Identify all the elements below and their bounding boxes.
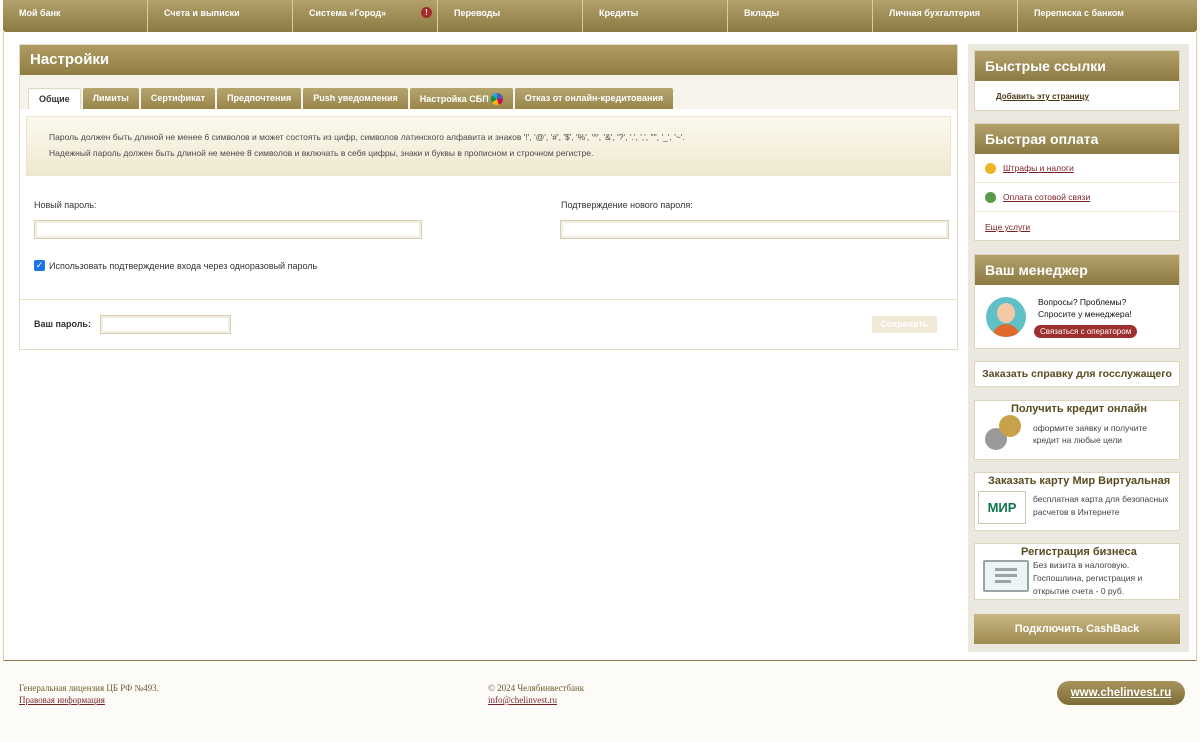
tab-limits[interactable]: Лимиты xyxy=(82,88,139,109)
business-line: Без визита в налоговую. xyxy=(1033,560,1130,570)
quick-pay-title: Быстрая оплата xyxy=(975,124,1179,154)
site-link-button[interactable]: www.chelinvest.ru xyxy=(1057,681,1185,705)
new-password-label: Новый пароль: xyxy=(34,200,97,210)
tab-preferences[interactable]: Предпочтения xyxy=(217,88,302,109)
nav-messages[interactable]: Переписка с банком xyxy=(1018,0,1197,32)
coin-icon xyxy=(985,163,996,174)
notice-line: Пароль должен быть длиной не менее 6 сим… xyxy=(49,132,685,142)
nav-accounting[interactable]: Личная бухгалтерия xyxy=(873,0,1018,32)
monitor-icon xyxy=(983,560,1029,592)
more-services-link[interactable]: Еще услуги xyxy=(985,222,1030,232)
nav-my-bank[interactable]: Мой банк xyxy=(3,0,148,32)
divider xyxy=(20,299,957,300)
quick-pay-item[interactable]: Оплата сотовой связи xyxy=(975,183,1179,212)
manager-box: Ваш менеджер Вопросы? Проблемы? Спросите… xyxy=(974,254,1180,349)
quick-pay-item[interactable]: Штрафы и налоги xyxy=(975,154,1179,183)
mir-logo: МИР xyxy=(978,491,1026,524)
business-promo[interactable]: Регистрация бизнеса Без визита в налогов… xyxy=(974,543,1180,600)
manager-avatar xyxy=(986,297,1026,337)
confirm-password-input[interactable] xyxy=(560,220,949,239)
footer xyxy=(0,662,1200,742)
contact-operator-button[interactable]: Связаться с оператором xyxy=(1034,325,1138,338)
alert-icon: ! xyxy=(421,7,432,18)
tab-certificate[interactable]: Сертификат xyxy=(140,88,215,109)
credit-title: Получить кредит онлайн xyxy=(1011,403,1148,415)
tab-sbp[interactable]: Настройка СБП xyxy=(409,88,513,109)
nav-label: Переводы xyxy=(454,8,501,18)
fines-link[interactable]: Штрафы и налоги xyxy=(1003,163,1074,173)
business-line: открытие счета - 0 руб. xyxy=(1033,586,1125,596)
business-title: Регистрация бизнеса xyxy=(1021,546,1137,558)
your-password-label: Ваш пароль: xyxy=(34,319,91,329)
email-link[interactable]: info@chelinvest.ru xyxy=(488,695,557,705)
otp-option: ✓ Использовать подтверждение входа через… xyxy=(34,260,317,271)
nav-label: Система «Город» xyxy=(309,8,387,18)
mir-card-promo[interactable]: Заказать карту Мир Виртуальная МИР беспл… xyxy=(974,472,1180,531)
settings-panel: Настройки Общие Лимиты Сертификат Предпо… xyxy=(19,44,958,350)
top-nav: Мой банк Счета и выписки Система «Город»… xyxy=(3,0,1197,32)
add-page-link[interactable]: Добавить эту страницу xyxy=(996,92,1089,101)
tab-push[interactable]: Push уведомления xyxy=(303,88,408,109)
business-line: Госпошлина, регистрация и xyxy=(1033,573,1143,583)
sbp-logo-icon xyxy=(490,93,503,105)
tab-bar: Общие Лимиты Сертификат Предпочтения Pus… xyxy=(20,75,957,109)
phone-icon xyxy=(985,192,996,203)
credit-promo[interactable]: Получить кредит онлайн оформите заявку и… xyxy=(974,400,1180,460)
save-button[interactable]: Сохранить xyxy=(872,316,937,333)
copyright-text: © 2024 Челябинвестбанк xyxy=(488,683,585,693)
page-title: Настройки xyxy=(20,45,957,75)
otp-checkbox[interactable]: ✓ xyxy=(34,260,45,271)
nav-accounts[interactable]: Счета и выписки xyxy=(148,0,293,32)
sidebar: Быстрые ссылки Добавить эту страницу Быс… xyxy=(968,44,1189,652)
notice-line: Надежный пароль должен быть длиной не ме… xyxy=(49,148,594,158)
mobile-link[interactable]: Оплата сотовой связи xyxy=(1003,192,1090,202)
mir-line: бесплатная карта для безопасных xyxy=(1033,494,1169,504)
nav-city-system[interactable]: Система «Город»! xyxy=(293,0,438,32)
legal-link[interactable]: Правовая информация xyxy=(19,695,105,705)
nav-credits[interactable]: Кредиты xyxy=(583,0,728,32)
tab-label: Настройка СБП xyxy=(419,94,489,104)
quick-links-title: Быстрые ссылки xyxy=(975,51,1179,81)
coin-icon xyxy=(999,415,1021,437)
tab-general[interactable]: Общие xyxy=(28,88,81,109)
nav-deposits[interactable]: Вклады xyxy=(728,0,873,32)
certificate-button[interactable]: Заказать справку для госслужащего xyxy=(974,361,1180,387)
quick-pay-box: Быстрая оплата Штрафы и налоги Оплата со… xyxy=(974,123,1180,241)
nav-label: Вклады xyxy=(744,8,780,18)
manager-title: Ваш менеджер xyxy=(975,255,1179,285)
nav-label: Счета и выписки xyxy=(164,8,240,18)
password-notice: Пароль должен быть длиной не менее 6 сим… xyxy=(26,116,951,176)
mir-line: расчетов в Интернете xyxy=(1033,507,1120,517)
quick-links-box: Быстрые ссылки Добавить эту страницу xyxy=(974,50,1180,111)
otp-checkbox-label: Использовать подтверждение входа через о… xyxy=(49,260,318,271)
nav-transfers[interactable]: Переводы xyxy=(438,0,583,32)
cashback-button[interactable]: Подключить CashBack xyxy=(974,614,1180,644)
nav-label: Переписка с банком xyxy=(1034,8,1124,18)
license-text: Генеральная лицензия ЦБ РФ №493. xyxy=(19,683,159,693)
tab-credit-refusal[interactable]: Отказ от онлайн-кредитования xyxy=(514,88,674,109)
nav-label: Мой банк xyxy=(19,8,61,18)
nav-label: Кредиты xyxy=(599,8,639,18)
mir-title: Заказать карту Мир Виртуальная xyxy=(988,475,1171,487)
nav-label: Личная бухгалтерия xyxy=(889,8,980,18)
confirm-password-label: Подтверждение нового пароля: xyxy=(561,200,693,210)
current-password-input[interactable] xyxy=(100,315,231,334)
manager-line: Спросите у менеджера! xyxy=(1038,309,1132,319)
new-password-input[interactable] xyxy=(34,220,422,239)
credit-line: кредит на любые цели xyxy=(1033,435,1123,445)
